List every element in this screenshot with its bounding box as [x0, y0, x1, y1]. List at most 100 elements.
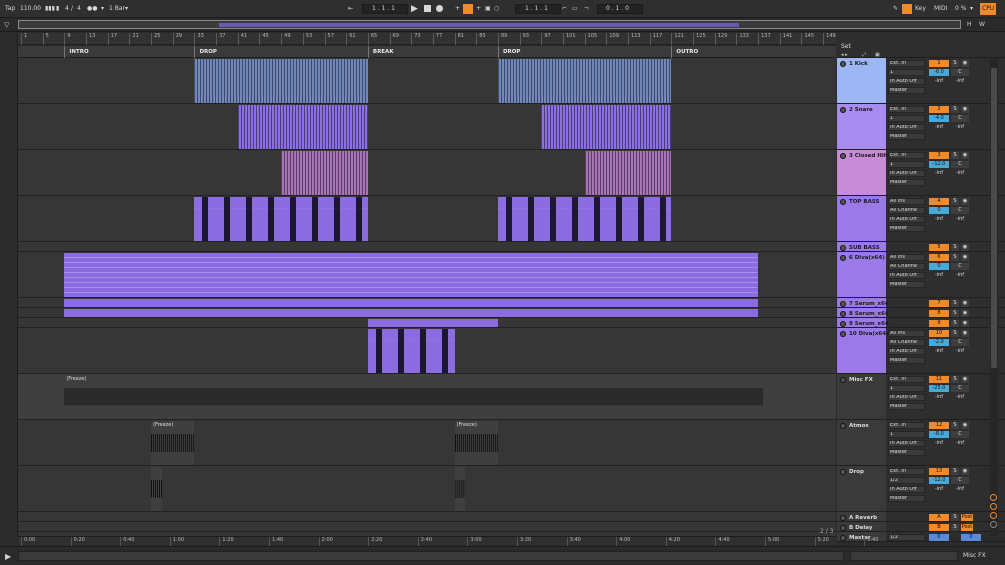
track-header[interactable]: Atmos Ext. In 1 In Auto Off Master 12 S ◉ -8.0 C -… [837, 420, 1005, 466]
overdub-icon[interactable]: + [455, 3, 460, 15]
volume-field[interactable]: -8.0 [929, 431, 949, 438]
atmos-clip[interactable]: (Freeze) [454, 421, 498, 465]
solo-button[interactable]: S [951, 514, 959, 521]
track-lane[interactable] [18, 104, 836, 150]
input-type-select[interactable]: Ext. In [888, 468, 925, 475]
locator-strip[interactable]: INTRO DROP BREAK DROP OUTRO [18, 46, 836, 58]
vertical-scrollbar[interactable] [990, 58, 998, 536]
track-name[interactable]: Misc FX [849, 377, 873, 383]
locator-marker[interactable]: OUTRO [671, 46, 698, 58]
output-select[interactable]: Master [888, 281, 925, 288]
top-bass-clip[interactable] [194, 197, 368, 241]
output-select[interactable]: Master [888, 403, 925, 410]
input-type-select[interactable]: Ext. In [888, 422, 925, 429]
track-activator-button[interactable]: 6 [929, 254, 949, 261]
track-header[interactable]: 10 Diva(x64) All Ins All Channe In Auto Off… [837, 328, 1005, 374]
solo-button[interactable]: S [951, 468, 959, 475]
track-lane[interactable] [18, 242, 836, 252]
hw-w-button[interactable]: W [979, 21, 985, 28]
tempo-field[interactable]: 110.00 [20, 3, 41, 15]
beat-time-ruler[interactable]: 1 5 9 13 17 21 25 29 33 37 41 45 49 53 57 61 65 69 73 77 81 8… [18, 33, 836, 45]
kick-clip[interactable] [497, 59, 672, 103]
track-header[interactable]: A ReverbAS◉Post [837, 512, 1005, 522]
arm-icon[interactable]: ◉ [961, 60, 969, 67]
solo-button[interactable]: S [951, 330, 959, 337]
track-name-area[interactable]: 2 Snare [837, 104, 886, 149]
automation-arm-icon[interactable] [463, 4, 473, 14]
arrangement-overview[interactable]: ▽ H W [0, 18, 1005, 32]
pan-field[interactable]: C [951, 69, 969, 76]
play-icon[interactable]: ▶ [5, 552, 11, 561]
solo-button[interactable]: S [951, 300, 959, 307]
time-signature-denominator[interactable]: 4 [77, 3, 81, 15]
draw-mode-icon[interactable]: ✎ [893, 3, 898, 15]
track-header[interactable]: SUB BASS 5 S ◉ [837, 242, 1005, 252]
solo-button[interactable]: S [951, 422, 959, 429]
input-channel-select[interactable]: 1/2 [888, 477, 925, 484]
locator-marker[interactable]: INTRO [64, 46, 89, 58]
pan-field[interactable]: C [951, 477, 969, 484]
monitor-switch[interactable]: In Auto Off [888, 440, 925, 447]
output-select[interactable]: Master [888, 495, 925, 502]
track-activator-button[interactable]: 12 [929, 422, 949, 429]
diva-clip[interactable] [64, 253, 759, 297]
track-activator-icon[interactable] [840, 199, 846, 205]
tap-tempo-button[interactable]: Tap [5, 3, 15, 15]
track-activator-button[interactable]: A [929, 514, 949, 521]
solo-button[interactable]: S [951, 244, 959, 251]
top-bass-clip[interactable] [497, 197, 672, 241]
track-activator-icon[interactable] [840, 153, 846, 159]
track-name[interactable]: 10 Diva(x64) [849, 331, 889, 337]
track-lane[interactable] [18, 196, 836, 242]
track-activator-button[interactable]: 1 [929, 60, 949, 67]
locator-marker[interactable]: DROP [194, 46, 217, 58]
chevron-down-icon[interactable]: ▾ [125, 3, 128, 15]
pan-field[interactable]: C [951, 207, 969, 214]
track-activator-icon[interactable] [840, 377, 846, 383]
atmos-clip[interactable]: (Freeze) [151, 421, 195, 465]
serum-clip[interactable] [64, 299, 759, 307]
monitor-switch[interactable]: In Auto Off [888, 170, 925, 177]
track-activator-icon[interactable] [840, 301, 846, 307]
input-type-select[interactable]: Ext. In [888, 376, 925, 383]
track-activator-icon[interactable] [840, 515, 846, 521]
filter-icon[interactable]: ▽ [4, 21, 9, 29]
metronome-bars-icon[interactable]: ▮▮▮ [45, 3, 55, 15]
cpu-button[interactable]: CPU [980, 3, 997, 15]
track-header[interactable]: B DelayBS◉Post [837, 522, 1005, 532]
time-ruler[interactable]: 0:00 0:20 0:40 1:00 1:20 1:40 2:00 2:20 2:40 3:00… [18, 536, 878, 546]
serum-clip[interactable] [367, 319, 498, 327]
track-name-area[interactable]: Atmos [837, 420, 886, 465]
chevron-down-icon[interactable]: ▾ [970, 3, 973, 15]
volume-field[interactable]: -4.0 [929, 115, 949, 122]
metronome-icon[interactable]: ●● [87, 3, 97, 15]
track-header[interactable]: 1 Kick Ext. In 1 In Auto Off Master 1 S ◉ -6.0 C -… [837, 58, 1005, 104]
locator-marker[interactable]: DROP [497, 46, 520, 58]
arm-icon[interactable]: ◉ [961, 310, 969, 317]
solo-button[interactable]: S [951, 524, 959, 531]
track-activator-button[interactable]: 11 [929, 376, 949, 383]
scrollbar-thumb[interactable] [991, 68, 997, 368]
monitor-switch[interactable]: In Auto Off [888, 486, 925, 493]
track-name[interactable]: SUB BASS [849, 245, 880, 251]
solo-button[interactable]: S [951, 376, 959, 383]
play-icon[interactable]: ▶ [411, 3, 418, 15]
track-activator-button[interactable]: 9 [929, 320, 949, 327]
track-name-area[interactable]: Master [837, 532, 886, 541]
volume-field[interactable]: -6.0 [929, 69, 949, 76]
hihat-clip[interactable] [281, 151, 368, 195]
track-header[interactable]: Master 1/2 0 0 [837, 532, 1005, 542]
key-map-icon[interactable] [902, 4, 912, 14]
input-channel-select[interactable]: 1 [888, 69, 925, 76]
monitor-switch[interactable]: In Auto Off [888, 348, 925, 355]
track-name-area[interactable]: 6 Diva(x64) [837, 252, 886, 297]
track-lane[interactable] [18, 58, 836, 104]
track-activator-icon[interactable] [840, 469, 846, 475]
solo-button[interactable]: S [951, 198, 959, 205]
track-header[interactable]: Drop Ext. In 1/2 In Auto Off Master 13 S ◉ -12.0… [837, 466, 1005, 512]
track-activator-button[interactable]: 0 [929, 534, 949, 541]
input-channel-select[interactable]: 1 [888, 115, 925, 122]
post-button[interactable]: Post [961, 524, 973, 531]
track-header[interactable]: 3 Closed Hih Ext. In 1 In Auto Off Master 3 S ◉… [837, 150, 1005, 196]
track-activator-icon[interactable] [840, 61, 846, 67]
